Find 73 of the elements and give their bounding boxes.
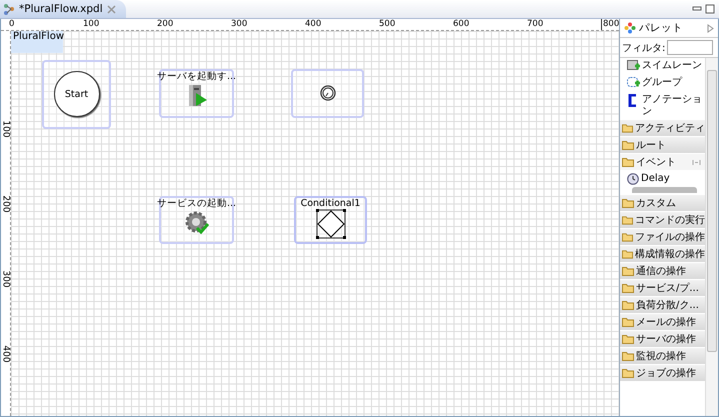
folder-icon (622, 249, 633, 259)
filter-label: フィルタ: (622, 42, 666, 54)
palette-drawer[interactable]: メールの操作 (620, 314, 705, 331)
start-event-circle[interactable]: Start (54, 71, 100, 117)
folder-icon (622, 283, 634, 293)
ruler-label: 200 (157, 19, 174, 30)
folder-icon (622, 232, 633, 242)
node-frame[interactable]: Start (42, 60, 111, 129)
folder-icon (622, 123, 633, 133)
flow-file-icon (3, 3, 15, 15)
palette-drawer[interactable]: 構成情報の操作 (620, 246, 705, 263)
folder-icon (622, 300, 634, 310)
palette-drawer[interactable]: 負荷分散/ク... (620, 297, 705, 314)
maximize-icon[interactable] (705, 4, 715, 14)
clock-icon (320, 85, 336, 101)
palette-drawer[interactable]: 監視の操作 (620, 348, 705, 365)
folder-icon (622, 334, 634, 344)
ruler-label: 100 (0, 120, 10, 138)
palette-drawer[interactable]: 通信の操作 (620, 263, 705, 280)
palette-drawer[interactable]: サーバの操作 (620, 331, 705, 348)
ruler-label: 300 (0, 270, 10, 288)
close-icon[interactable] (106, 4, 116, 14)
palette-drawer[interactable]: ルート (620, 137, 705, 154)
diamond-gateway[interactable] (316, 209, 346, 239)
filter-field[interactable] (667, 40, 714, 55)
ruler-label: 500 (379, 19, 396, 30)
ruler-label: 0 (9, 19, 16, 30)
ruler-label: 600 (453, 19, 470, 30)
node-label: サービスの起動... (156, 198, 236, 209)
palette-drawer[interactable]: アクティビティ (620, 120, 705, 137)
palette-drawer[interactable]: サービス/プ... (620, 280, 705, 297)
tab-title: *PluralFlow.xpdl (19, 3, 103, 15)
swimlane-add-icon (627, 60, 640, 73)
palette-drawer[interactable]: カスタム (620, 195, 705, 212)
palette-drawer[interactable]: イベント (620, 154, 705, 171)
folder-icon (622, 215, 633, 225)
palette-tool[interactable]: グループ (620, 75, 705, 92)
node-frame[interactable]: Conditional1 (294, 196, 367, 244)
node-frame[interactable]: サーバを起動す... (159, 69, 234, 118)
pool-label[interactable]: PluralFlow (11, 31, 63, 53)
ruler-label: 400 (0, 344, 10, 362)
ruler-label: 100 (83, 19, 100, 30)
palette-drawer[interactable]: コマンドの実行 (620, 212, 705, 229)
node-label: サーバを起動す... (156, 71, 236, 82)
hidden-palette-tool (632, 187, 697, 193)
palette-drawer[interactable]: ファイルの操作 (620, 229, 705, 246)
ruler-label: 800 (601, 19, 620, 30)
ruler-label: 200 (0, 194, 10, 212)
folder-icon (622, 140, 634, 150)
folder-icon (622, 368, 634, 378)
palette-tool[interactable]: スイムレーン (620, 58, 705, 75)
folder-icon (622, 157, 634, 167)
palette-tool[interactable]: アノテーション (620, 92, 705, 120)
gear-check-icon (184, 211, 210, 235)
collapse-arrow-icon[interactable] (707, 24, 714, 32)
folder-icon (622, 317, 634, 327)
folder-icon (622, 351, 634, 361)
folder-icon (622, 198, 634, 208)
palette-drawer[interactable]: ジョブの操作 (620, 365, 705, 382)
node-label: Conditional1 (300, 198, 360, 209)
node-frame[interactable]: サービスの起動... (159, 196, 234, 244)
node-frame[interactable] (291, 69, 364, 118)
palette-tool[interactable]: Delay (620, 171, 705, 187)
palette-icon (624, 22, 636, 34)
palette-title: パレット (639, 21, 684, 35)
ruler-label: 300 (231, 19, 248, 30)
editor-tab[interactable]: *PluralFlow.xpdl (0, 0, 126, 18)
clock-icon (627, 173, 639, 185)
ruler-label: 400 (305, 19, 322, 30)
folder-icon (622, 266, 634, 276)
group-add-icon (627, 77, 640, 90)
ruler-label: 700 (527, 19, 544, 30)
scrollbar[interactable] (705, 58, 718, 416)
